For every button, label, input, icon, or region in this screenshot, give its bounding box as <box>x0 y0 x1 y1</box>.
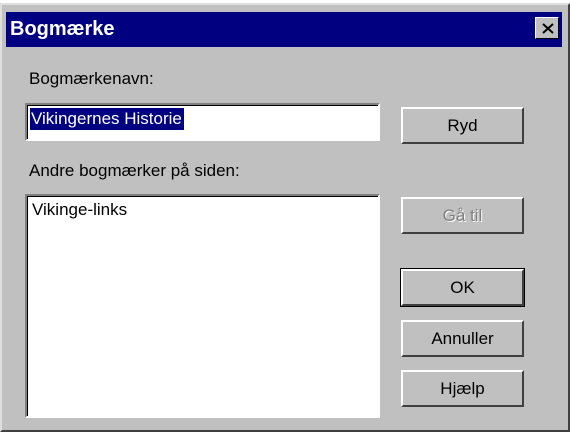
bookmark-name-input[interactable]: Vikingernes Historie <box>25 103 380 141</box>
other-bookmarks-label: Andre bogmærker på siden: <box>29 161 240 180</box>
help-button-label: Hjælp <box>440 378 485 398</box>
goto-button-label: Gå til <box>442 205 483 225</box>
goto-button[interactable]: Gå til <box>401 197 524 234</box>
close-button[interactable] <box>535 17 559 39</box>
help-button[interactable]: Hjælp <box>401 370 524 407</box>
bookmark-name-label: Bogmærkenavn: <box>29 69 154 88</box>
close-icon <box>542 23 554 34</box>
cancel-button[interactable]: Annuller <box>401 320 524 357</box>
other-bookmarks-list[interactable]: Vikinge-links <box>25 194 380 418</box>
clear-button-label: Ryd <box>447 115 478 135</box>
bookmark-name-value: Vikingernes Historie <box>30 108 184 130</box>
dialog-title: Bogmærke <box>10 18 115 40</box>
cancel-button-label: Annuller <box>431 328 494 348</box>
clear-button[interactable]: Ryd <box>401 107 524 144</box>
ok-button[interactable]: OK <box>400 268 525 307</box>
list-item[interactable]: Vikinge-links <box>32 200 127 220</box>
ok-button-label: OK <box>450 277 475 297</box>
title-bar[interactable]: Bogmærke <box>6 12 562 47</box>
